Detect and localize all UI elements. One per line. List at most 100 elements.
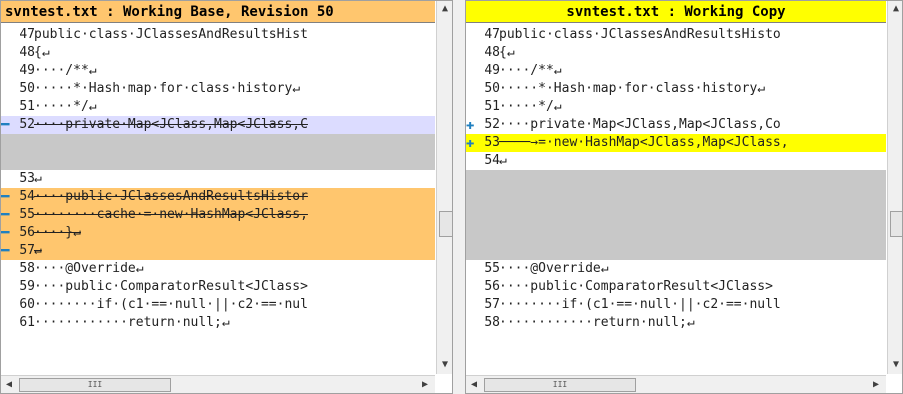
line-text: ····}↵ — [34, 225, 81, 240]
code-line[interactable]: 49 ····/**↵ — [466, 62, 886, 80]
line-text: public·class·JClassesAndResultsHisto — [499, 27, 781, 42]
code-line[interactable]: 50 ·····*·Hash·map·for·class·history↵ — [1, 80, 435, 98]
line-number: 59 — [19, 279, 35, 294]
line-number: 53 — [484, 135, 500, 150]
line-number: 51 — [19, 99, 35, 114]
line-number: 55 — [484, 261, 500, 276]
code-line[interactable]: 54 ↵ — [466, 152, 886, 170]
code-line[interactable]: 47 public·class·JClassesAndResultsHist — [1, 26, 435, 44]
code-line[interactable]: 50 ·····*·Hash·map·for·class·history↵ — [466, 80, 886, 98]
left-diff-pane[interactable]: svntest.txt : Working Base, Revision 50 … — [0, 0, 453, 394]
line-text: ·····*/↵ — [499, 99, 562, 114]
line-text: ····private·Map<JClass,Map<JClass,Co — [499, 117, 781, 132]
code-line[interactable]: 53 ↵ — [1, 170, 435, 188]
code-line[interactable]: 58 ············return·null;↵ — [466, 314, 886, 332]
left-code-view[interactable]: 47 public·class·JClassesAndResultsHist 48{… — [1, 26, 435, 332]
line-number: 50 — [19, 81, 35, 96]
code-line[interactable]: ✚ 53 ────→=·new·HashMap<JClass,Map<JClass, — [466, 134, 886, 152]
line-text: ────→=·new·HashMap<JClass,Map<JClass, — [499, 135, 789, 150]
line-text: ····@Override↵ — [499, 261, 609, 276]
line-number: 60 — [19, 297, 35, 312]
code-line[interactable]: 55 ····@Override↵ — [466, 260, 886, 278]
right-vertical-scroll-thumb[interactable] — [890, 211, 902, 237]
line-number: 49 — [484, 63, 500, 78]
code-line[interactable]: ━ 54 ····public·JClassesAndResultsHistor — [1, 188, 435, 206]
line-text: ····private·Map<JClass,Map<JClass,C — [34, 117, 308, 132]
line-number: 49 — [19, 63, 35, 78]
code-line[interactable]: ━ 52 ····private·Map<JClass,Map<JClass,C — [1, 116, 435, 134]
pane-divider[interactable] — [453, 0, 465, 394]
right-code-view[interactable]: 47 public·class·JClassesAndResultsHisto 48… — [466, 26, 886, 332]
code-line[interactable]: ✚ 52 ····private·Map<JClass,Map<JClass,Co — [466, 116, 886, 134]
line-number: 58 — [484, 315, 500, 330]
code-line[interactable] — [466, 206, 886, 224]
line-number: 56 — [484, 279, 500, 294]
code-line[interactable]: ━ 57 ↵ — [1, 242, 435, 260]
line-number: 52 — [484, 117, 500, 132]
scroll-left-arrow-icon[interactable]: ◀ — [466, 376, 482, 393]
code-line[interactable]: 48 {↵ — [466, 44, 886, 62]
line-text: public·class·JClassesAndResultsHist — [34, 27, 308, 42]
line-number: 58 — [19, 261, 35, 276]
right-pane-title: svntest.txt : Working Copy — [466, 1, 886, 23]
code-line[interactable] — [466, 188, 886, 206]
code-line[interactable] — [466, 242, 886, 260]
line-number: 54 — [484, 153, 500, 168]
left-vertical-scrollbar[interactable]: ▲ ▼ — [436, 1, 452, 374]
line-text: ····/**↵ — [34, 63, 97, 78]
line-text: ····public·ComparatorResult<JClass> — [34, 279, 308, 294]
left-horizontal-scroll-thumb[interactable]: III — [19, 378, 171, 392]
code-line[interactable] — [466, 170, 886, 188]
code-line[interactable]: 56 ····public·ComparatorResult<JClass> — [466, 278, 886, 296]
left-vertical-scroll-thumb[interactable] — [439, 211, 452, 237]
code-line[interactable]: 49 ····/**↵ — [1, 62, 435, 80]
line-text: ····/**↵ — [499, 63, 562, 78]
line-text: ·····*/↵ — [34, 99, 97, 114]
line-number: 47 — [19, 27, 35, 42]
code-line[interactable]: 58 ····@Override↵ — [1, 260, 435, 278]
line-text: ········if·(c1·==·null·||·c2·==·null — [499, 297, 781, 312]
line-text: ····@Override↵ — [34, 261, 144, 276]
line-number: 61 — [19, 315, 35, 330]
line-number: 48 — [19, 45, 35, 60]
code-line[interactable]: 59 ····public·ComparatorResult<JClass> — [1, 278, 435, 296]
code-line[interactable] — [1, 152, 435, 170]
scroll-down-arrow-icon[interactable]: ▼ — [437, 357, 452, 373]
code-line[interactable]: ━ 55 ········cache·=·new·HashMap<JClass, — [1, 206, 435, 224]
code-line[interactable]: 51 ·····*/↵ — [1, 98, 435, 116]
right-horizontal-scroll-thumb[interactable]: III — [484, 378, 636, 392]
scroll-down-arrow-icon[interactable]: ▼ — [888, 357, 902, 373]
line-text: ············return·null;↵ — [34, 315, 230, 330]
right-vertical-scrollbar[interactable]: ▲ ▼ — [887, 1, 902, 374]
line-number: 57 — [19, 243, 35, 258]
code-line[interactable] — [1, 134, 435, 152]
scroll-right-arrow-icon[interactable]: ▶ — [417, 376, 433, 393]
line-text: {↵ — [499, 45, 515, 60]
code-line[interactable]: 60 ········if·(c1·==·null·||·c2·==·nul — [1, 296, 435, 314]
right-diff-pane[interactable]: svntest.txt : Working Copy 47 public·clas… — [465, 0, 903, 394]
line-text: ········if·(c1·==·null·||·c2·==·nul — [34, 297, 308, 312]
code-line[interactable]: 51 ·····*/↵ — [466, 98, 886, 116]
scroll-up-arrow-icon[interactable]: ▲ — [888, 1, 902, 17]
code-line[interactable] — [466, 224, 886, 242]
line-number: 54 — [19, 189, 35, 204]
line-text: {↵ — [34, 45, 50, 60]
scroll-right-arrow-icon[interactable]: ▶ — [868, 376, 884, 393]
left-horizontal-scrollbar[interactable]: ◀ III ▶ — [1, 375, 435, 393]
scroll-left-arrow-icon[interactable]: ◀ — [1, 376, 17, 393]
left-pane-title: svntest.txt : Working Base, Revision 50 — [1, 1, 435, 23]
code-line[interactable]: 57 ········if·(c1·==·null·||·c2·==·null — [466, 296, 886, 314]
line-number: 47 — [484, 27, 500, 42]
code-line[interactable]: 47 public·class·JClassesAndResultsHisto — [466, 26, 886, 44]
line-text: ↵ — [499, 153, 507, 168]
code-line[interactable]: 48 {↵ — [1, 44, 435, 62]
line-number: 55 — [19, 207, 35, 222]
right-horizontal-scrollbar[interactable]: ◀ III ▶ — [466, 375, 886, 393]
code-line[interactable]: ━ 56 ····}↵ — [1, 224, 435, 242]
code-line[interactable]: 61 ············return·null;↵ — [1, 314, 435, 332]
line-text: ·····*·Hash·map·for·class·history↵ — [34, 81, 301, 96]
line-text: ↵ — [34, 243, 42, 258]
line-text: ····public·ComparatorResult<JClass> — [499, 279, 773, 294]
scroll-up-arrow-icon[interactable]: ▲ — [437, 1, 452, 17]
line-number: 48 — [484, 45, 500, 60]
